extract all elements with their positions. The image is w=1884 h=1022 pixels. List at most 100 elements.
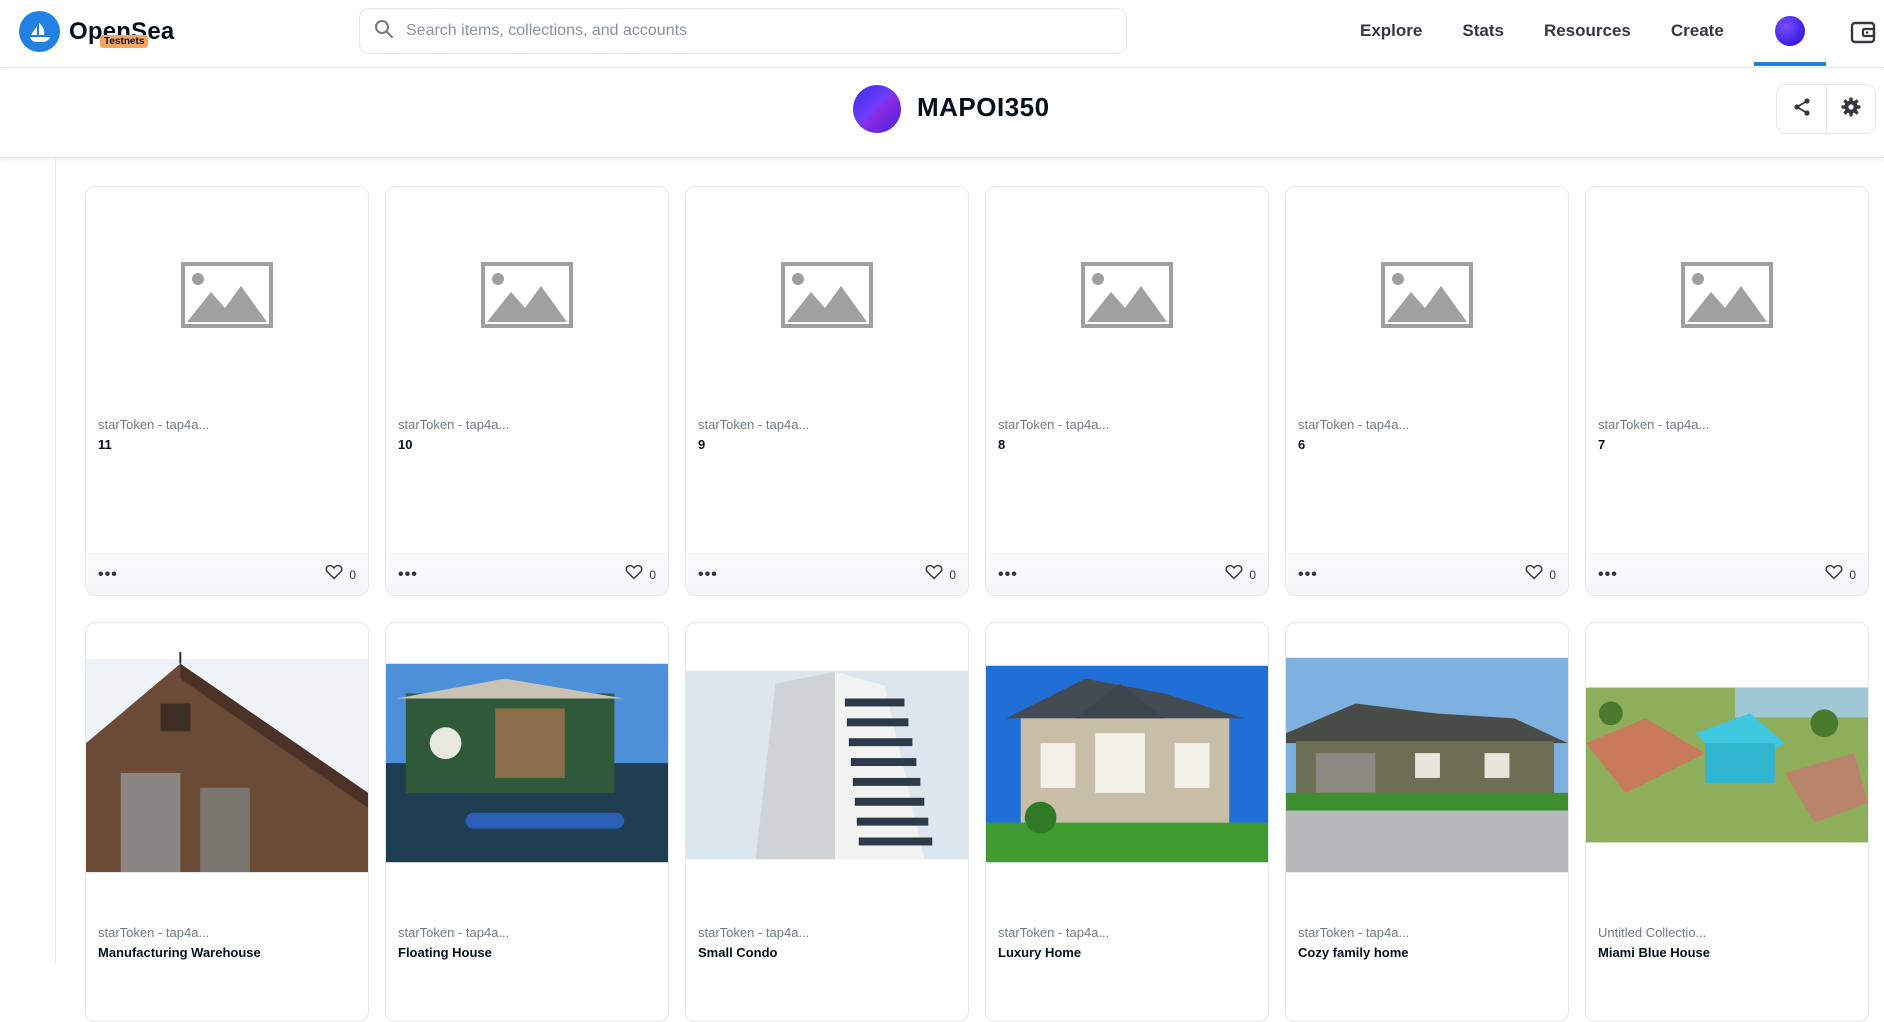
nav-stats[interactable]: Stats xyxy=(1442,21,1524,41)
card-item-name: Miami Blue House xyxy=(1598,945,1710,960)
main-nav: Explore Stats Resources Create xyxy=(1340,0,1744,62)
card-collection-name[interactable]: starToken - tap4a... xyxy=(698,417,956,432)
collection-title: MAPOI350 xyxy=(917,92,1050,122)
like-button[interactable]: 0 xyxy=(625,564,656,585)
card-item-name: 8 xyxy=(998,437,1006,452)
search-bar[interactable] xyxy=(359,8,1127,54)
card-item-name: Manufacturing Warehouse xyxy=(98,945,261,960)
like-button[interactable]: 0 xyxy=(325,564,356,585)
settings-button[interactable] xyxy=(1826,85,1875,133)
profile-menu[interactable] xyxy=(1754,0,1826,66)
card-collection-name[interactable]: starToken - tap4a... xyxy=(1598,417,1856,432)
card-footer: ••• 0 xyxy=(86,553,368,595)
more-options-icon[interactable]: ••• xyxy=(398,566,418,584)
card-item-name: 10 xyxy=(398,437,413,452)
more-options-icon[interactable]: ••• xyxy=(998,566,1018,584)
card-footer: ••• 0 xyxy=(986,553,1268,595)
card-footer: ••• 0 xyxy=(386,553,668,595)
like-count: 0 xyxy=(949,567,956,582)
opensea-logo[interactable]: OpenSea xyxy=(19,11,174,52)
card-footer: ••• 0 xyxy=(686,553,968,595)
sidebar-divider xyxy=(55,158,56,963)
card-collection-name[interactable]: starToken - tap4a... xyxy=(398,417,656,432)
item-card[interactable]: starToken - tap4a... Small Condo xyxy=(685,622,969,1022)
image-placeholder-icon xyxy=(1081,261,1173,333)
testnets-badge: Testnets xyxy=(100,35,149,48)
more-options-icon[interactable]: ••• xyxy=(698,566,718,584)
share-button[interactable] xyxy=(1777,85,1826,133)
like-button[interactable]: 0 xyxy=(925,564,956,585)
card-collection-name[interactable]: starToken - tap4a... xyxy=(998,417,1256,432)
card-item-name: Small Condo xyxy=(698,945,778,960)
nav-resources[interactable]: Resources xyxy=(1524,21,1651,41)
card-image xyxy=(1586,623,1868,915)
floating-house-image xyxy=(386,624,668,914)
nav-create[interactable]: Create xyxy=(1651,21,1744,41)
card-image-placeholder xyxy=(386,187,668,407)
like-count: 0 xyxy=(1849,567,1856,582)
card-image xyxy=(686,623,968,915)
like-count: 0 xyxy=(349,567,356,582)
item-card[interactable]: starToken - tap4a... 9 ••• 0 xyxy=(685,186,969,596)
heart-icon xyxy=(325,564,343,585)
gear-icon xyxy=(1840,96,1862,123)
image-placeholder-icon xyxy=(1381,261,1473,333)
search-input[interactable] xyxy=(406,22,1126,40)
nav-explore[interactable]: Explore xyxy=(1340,21,1442,41)
card-item-name: 7 xyxy=(1598,437,1606,452)
card-collection-name[interactable]: starToken - tap4a... xyxy=(398,925,656,940)
miami-blue-house-image xyxy=(1586,624,1868,914)
item-card[interactable]: starToken - tap4a... Luxury Home xyxy=(985,622,1269,1022)
more-options-icon[interactable]: ••• xyxy=(1298,566,1318,584)
collection-header: MAPOI350 xyxy=(0,68,1884,158)
card-footer: ••• 0 xyxy=(1586,553,1868,595)
item-card[interactable]: starToken - tap4a... Manufacturing Wareh… xyxy=(85,622,369,1022)
item-card[interactable]: starToken - tap4a... 7 ••• 0 xyxy=(1585,186,1869,596)
card-item-name: Cozy family home xyxy=(1298,945,1409,960)
heart-icon xyxy=(1525,564,1543,585)
item-card[interactable]: starToken - tap4a... 10 ••• 0 xyxy=(385,186,669,596)
wallet-icon[interactable] xyxy=(1849,18,1877,51)
item-card[interactable]: starToken - tap4a... 8 ••• 0 xyxy=(985,186,1269,596)
item-card[interactable]: starToken - tap4a... 11 ••• 0 xyxy=(85,186,369,596)
like-button[interactable]: 0 xyxy=(1525,564,1556,585)
item-card[interactable]: starToken - tap4a... 6 ••• 0 xyxy=(1285,186,1569,596)
like-count: 0 xyxy=(1249,567,1256,582)
cozy-home-image xyxy=(1286,624,1568,914)
card-image xyxy=(1286,623,1568,915)
opensea-logo-icon xyxy=(19,11,60,52)
card-collection-name[interactable]: starToken - tap4a... xyxy=(98,417,356,432)
image-placeholder-icon xyxy=(781,261,873,333)
more-options-icon[interactable]: ••• xyxy=(98,566,118,584)
card-image xyxy=(986,623,1268,915)
card-item-name: Luxury Home xyxy=(998,945,1082,960)
heart-icon xyxy=(625,564,643,585)
card-collection-name[interactable]: starToken - tap4a... xyxy=(1298,925,1556,940)
item-card[interactable]: starToken - tap4a... Cozy family home xyxy=(1285,622,1569,1022)
item-card[interactable]: Untitled Collectio... Miami Blue House xyxy=(1585,622,1869,1022)
card-collection-name[interactable]: Untitled Collectio... xyxy=(1598,925,1856,940)
top-navbar: OpenSea Testnets Explore Stats Resources… xyxy=(0,0,1884,68)
card-image-placeholder xyxy=(86,187,368,407)
card-item-name: 6 xyxy=(1298,437,1306,452)
card-image xyxy=(86,623,368,915)
card-collection-name[interactable]: starToken - tap4a... xyxy=(998,925,1256,940)
like-button[interactable]: 0 xyxy=(1825,564,1856,585)
profile-avatar xyxy=(1775,16,1805,46)
card-collection-name[interactable]: starToken - tap4a... xyxy=(698,925,956,940)
card-item-name: Floating House xyxy=(398,945,492,960)
luxury-home-image xyxy=(986,624,1268,914)
card-item-name: 11 xyxy=(98,437,112,452)
like-count: 0 xyxy=(1549,567,1556,582)
collection-avatar xyxy=(853,85,901,133)
collection-actions xyxy=(1776,84,1876,134)
warehouse-image xyxy=(86,624,368,914)
card-collection-name[interactable]: starToken - tap4a... xyxy=(1298,417,1556,432)
like-count: 0 xyxy=(649,567,656,582)
card-collection-name[interactable]: starToken - tap4a... xyxy=(98,925,356,940)
like-button[interactable]: 0 xyxy=(1225,564,1256,585)
share-icon xyxy=(1791,96,1813,123)
image-placeholder-icon xyxy=(181,261,273,333)
more-options-icon[interactable]: ••• xyxy=(1598,566,1618,584)
item-card[interactable]: starToken - tap4a... Floating House xyxy=(385,622,669,1022)
